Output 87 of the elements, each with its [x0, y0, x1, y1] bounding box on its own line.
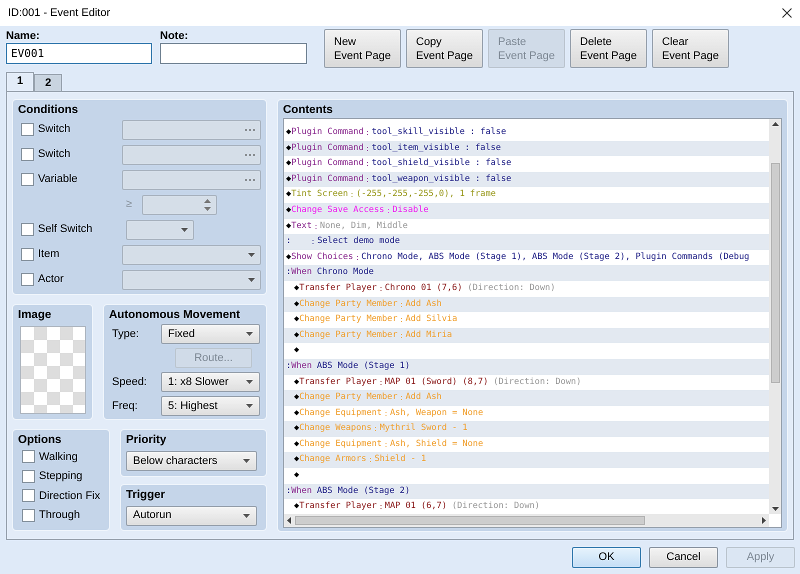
option-label: Walking	[39, 450, 78, 464]
event-command[interactable]: :When ABS Mode (Stage 2)	[284, 484, 769, 500]
event-command[interactable]: :When Chrono Mode	[284, 265, 769, 281]
event-command[interactable]: ◆Change Equipment：Ash, Shield = None	[284, 436, 769, 452]
page-button[interactable]: Clear Event Page	[652, 29, 729, 68]
scrollbar-thumb[interactable]	[295, 516, 645, 525]
event-command[interactable]: ◆Change Party Member：Add Ash	[284, 390, 769, 406]
caret-icon	[248, 278, 255, 282]
dialog-button[interactable]: Cancel	[649, 547, 718, 568]
caret-icon	[246, 380, 253, 384]
note-field[interactable]	[160, 43, 307, 64]
option-label: Direction Fix	[39, 488, 100, 504]
page-button[interactable]: New Event Page	[324, 29, 401, 68]
scrollbar-thumb[interactable]	[770, 163, 780, 383]
group-title: Contents	[283, 103, 334, 117]
field-label: Type:	[111, 326, 140, 342]
comparison-symbol: ≥	[126, 197, 134, 212]
checkbox[interactable]	[22, 450, 35, 464]
event-command[interactable]: ◆Transfer Player：MAP 01 (6,7) (Direction: Down)	[284, 499, 769, 514]
checkbox[interactable]	[22, 508, 35, 522]
event-command[interactable]: ◆	[284, 343, 769, 359]
event-command[interactable]: :When ABS Mode (Stage 1)	[284, 358, 769, 374]
condition-label: Actor	[38, 272, 65, 288]
vertical-scrollbar[interactable]	[769, 119, 781, 514]
event-command[interactable]: ◆Tint Screen：(-255,-255,-255,0), 1 frame	[284, 187, 769, 203]
dropdown[interactable]: Autorun	[126, 506, 257, 526]
condition-label: Switch	[38, 122, 72, 138]
event-command[interactable]: ◆Change Party Member：Add Ash	[284, 296, 769, 312]
dropdown[interactable]: 1: x8 Slower	[161, 372, 260, 392]
field-label: Note:	[160, 30, 190, 43]
group-title: Priority	[126, 433, 168, 447]
name-field[interactable]: EV001	[6, 43, 152, 64]
event-command[interactable]: ◆Change Party Member：Add Miria	[284, 328, 769, 344]
condition-label: Self Switch	[38, 222, 94, 238]
close-icon	[782, 8, 792, 18]
condition-label: Switch	[38, 147, 72, 162]
event-command[interactable]: ◆Change Save Access：Disable	[284, 202, 769, 219]
event-command[interactable]: ◆Change Party Member：Add Silvia	[284, 312, 769, 328]
spinner-icon	[204, 198, 211, 210]
group-title: Autonomous Movement	[109, 308, 241, 322]
group-title: Conditions	[18, 103, 80, 117]
condition-label: Item	[38, 247, 60, 262]
event-command[interactable]: ◆Transfer Player：MAP 01 (Sword) (8,7) (Direction: Down)	[284, 374, 769, 390]
event-command[interactable]: ◆Plugin Command：tool_shield_visible : false	[284, 156, 769, 172]
caret-icon	[246, 404, 253, 408]
group-title: Options	[18, 433, 62, 447]
scroll-right-icon[interactable]	[762, 517, 766, 524]
event-command[interactable]: ◆Show Choices：Chrono Mode, ABS Mode (Stage 1), ABS Mode (Stage 2), Plugin Commands (Debug	[284, 250, 769, 266]
condition-label: Variable	[38, 172, 79, 188]
scroll-left-icon[interactable]	[287, 517, 291, 524]
event-command[interactable]: ◆Plugin Command：tool_item_visible : false	[284, 140, 769, 156]
caret-icon	[181, 228, 188, 232]
field-label: Freq:	[111, 398, 139, 414]
page-button[interactable]: Delete Event Page	[570, 29, 647, 68]
caret-icon	[243, 459, 250, 463]
dropdown[interactable]: 5: Highest	[161, 396, 260, 416]
image-preview[interactable]	[20, 326, 86, 414]
field-label: Speed:	[111, 374, 148, 390]
option-label: Stepping	[39, 469, 82, 484]
event-command[interactable]: : ：Select demo mode	[284, 234, 769, 250]
caret-icon	[243, 514, 250, 518]
horizontal-scrollbar[interactable]	[284, 514, 769, 527]
group-title: Image	[18, 308, 52, 322]
caret-icon	[246, 332, 253, 336]
event-command[interactable]: ◆	[284, 468, 769, 484]
window-title: ID:001 - Event Editor	[8, 6, 110, 21]
event-command[interactable]: ◆Change Armors：Shield - 1	[284, 452, 769, 468]
dropdown[interactable]: Below characters	[126, 451, 257, 471]
caret-icon	[248, 252, 255, 256]
checkbox[interactable]	[22, 489, 35, 502]
checkbox[interactable]	[22, 470, 35, 483]
tab[interactable]: 1	[6, 72, 34, 91]
event-command[interactable]: ◆Transfer Player：Chrono 01 (7,6) (Direction: Down)	[284, 280, 769, 297]
event-command[interactable]: ◆Plugin Command：tool_weapon_visible : false	[284, 172, 769, 188]
page-button[interactable]: Copy Event Page	[406, 29, 483, 68]
tab[interactable]: 2	[34, 74, 62, 91]
event-command[interactable]: ◆Plugin Command：tool_skill_visible : false	[284, 125, 769, 141]
event-command[interactable]: ◆Text：None, Dim, Middle	[284, 218, 769, 234]
dialog-button[interactable]: OK	[572, 547, 641, 568]
event-command[interactable]: ◆Change Equipment：Ash, Weapon = None	[284, 406, 769, 422]
event-command[interactable]: ◆Change Weapons：Mythril Sword - 1	[284, 421, 769, 437]
scroll-down-icon[interactable]	[772, 507, 778, 511]
field-label: Name:	[6, 30, 41, 43]
option-label: Through	[39, 508, 80, 523]
group-title: Trigger	[126, 488, 166, 502]
dropdown[interactable]: Fixed	[161, 324, 260, 344]
scroll-up-icon[interactable]	[772, 122, 778, 126]
